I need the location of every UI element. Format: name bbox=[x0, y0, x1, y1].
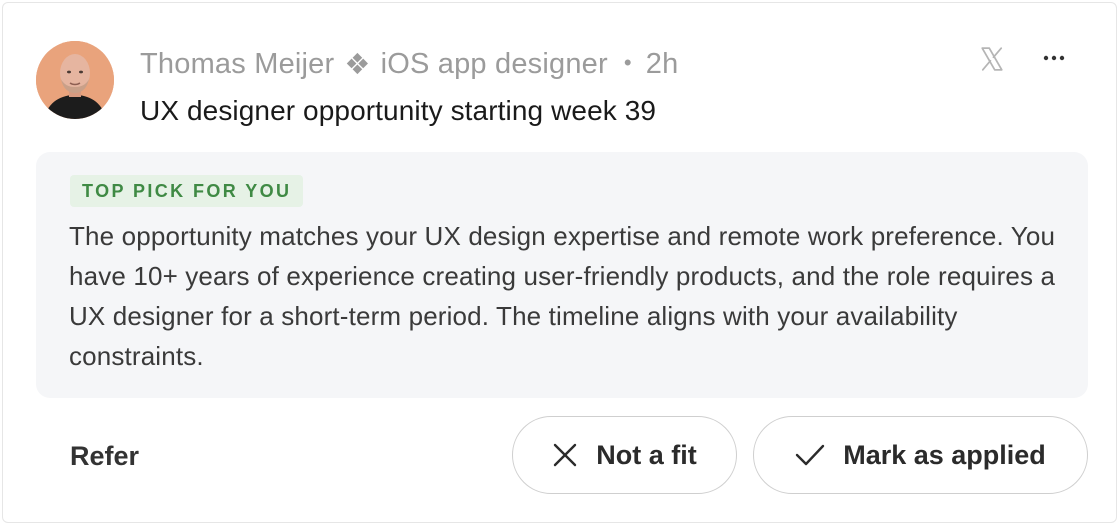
match-reason-text: The opportunity matches your UX design e… bbox=[69, 221, 1056, 371]
refer-button[interactable]: Refer bbox=[70, 435, 139, 477]
dot-separator: • bbox=[623, 50, 632, 75]
not-a-fit-button[interactable]: Not a fit bbox=[512, 416, 737, 494]
not-a-fit-label: Not a fit bbox=[596, 439, 697, 470]
avatar[interactable] bbox=[36, 41, 114, 119]
job-card: Thomas Meijer ❖ iOS app designer • 2h UX… bbox=[2, 2, 1117, 523]
x-logo-icon[interactable] bbox=[979, 46, 1005, 72]
post-title[interactable]: UX designer opportunity starting week 39 bbox=[140, 92, 656, 130]
post-meta: Thomas Meijer ❖ iOS app designer • 2h bbox=[140, 45, 678, 83]
top-pick-badge: TOP PICK FOR YOU bbox=[70, 175, 304, 207]
post-time: 2h bbox=[645, 47, 679, 80]
close-icon bbox=[554, 443, 577, 467]
separator-icon: ❖ bbox=[344, 48, 371, 81]
mark-as-applied-label: Mark as applied bbox=[843, 439, 1046, 470]
avatar-image bbox=[36, 41, 114, 119]
mark-as-applied-button[interactable]: Mark as applied bbox=[753, 416, 1088, 494]
insight-panel: TOP PICK FOR YOU The opportunity matches… bbox=[36, 152, 1088, 398]
more-icon[interactable] bbox=[1039, 43, 1069, 73]
author-role: iOS app designer bbox=[380, 47, 608, 80]
checkmark-icon bbox=[796, 444, 825, 466]
author-name[interactable]: Thomas Meijer bbox=[140, 48, 334, 81]
